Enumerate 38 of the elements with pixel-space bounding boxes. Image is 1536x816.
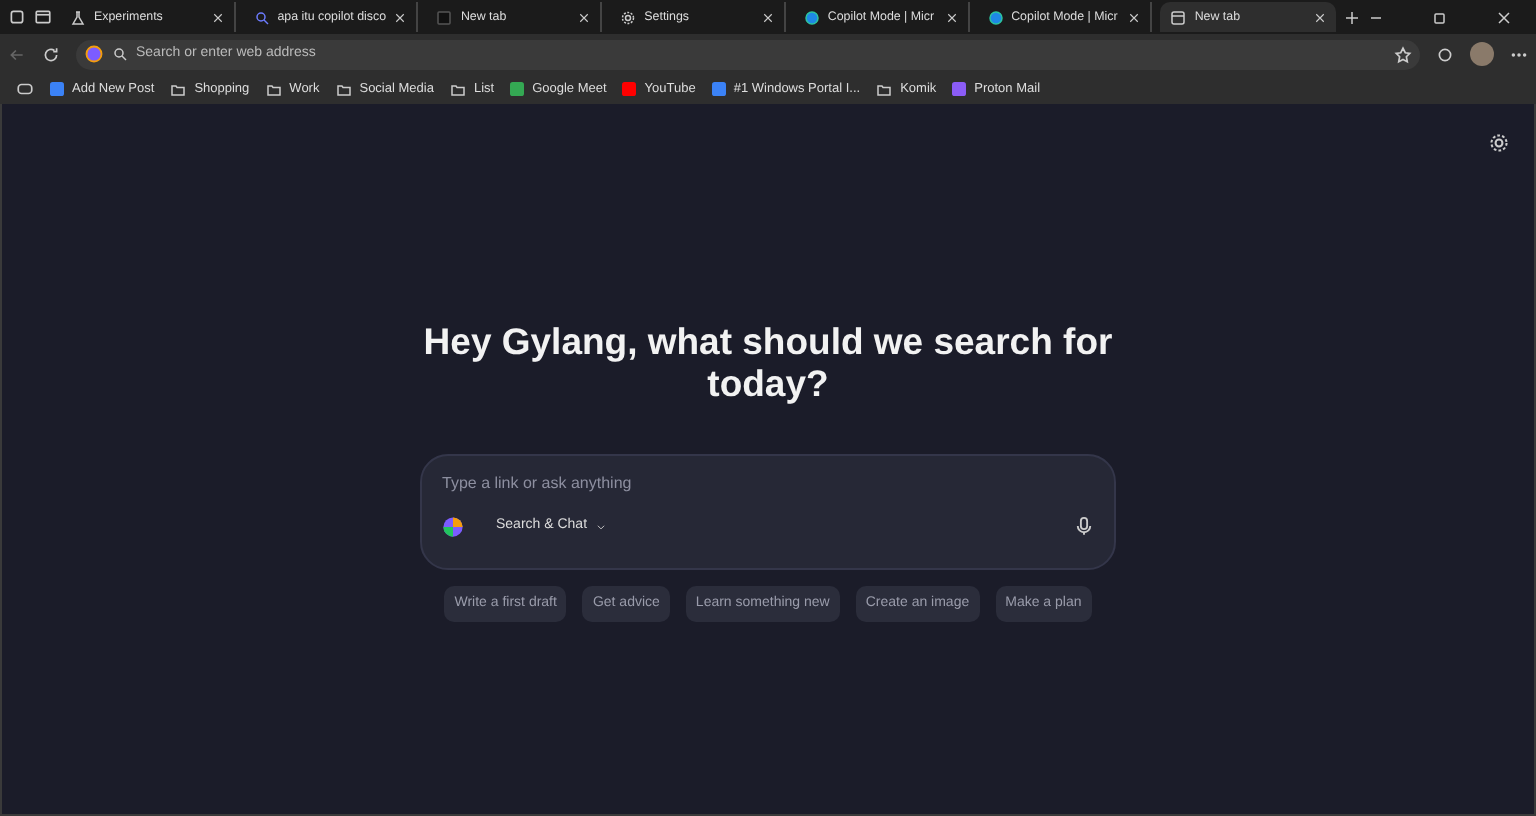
favicon-icon [711,82,726,96]
favicon-icon [510,82,525,96]
close-icon[interactable] [394,11,407,23]
browser-logo-icon [987,9,1004,25]
new-tab-icon [1170,9,1187,25]
settings-icon [620,9,637,25]
close-icon[interactable] [211,11,224,23]
new-tab-icon[interactable] [1344,9,1361,25]
close-icon[interactable] [1128,11,1141,23]
close-icon[interactable] [761,11,774,23]
favicon-icon [50,82,64,96]
folder-icon [265,81,282,97]
favicon-icon [952,82,967,96]
flask-icon [70,9,86,25]
close-icon[interactable] [1314,11,1327,23]
prompt-input[interactable]: Type a link or ask anything [442,471,1094,496]
folder-icon [170,81,187,97]
page-icon [436,9,453,25]
greeting-heading: Hey Gylang, what should we search for today? [421,320,1115,406]
browser-logo-icon [803,9,820,25]
tab-actions-icon[interactable] [34,8,52,26]
favicon-icon [622,82,637,96]
microphone-icon[interactable] [1074,516,1094,537]
close-icon[interactable] [945,11,958,23]
workspaces-icon[interactable] [8,8,26,26]
caret-icon [595,522,606,533]
profile-avatar[interactable] [1470,42,1494,66]
search-icon [253,9,270,25]
close-icon[interactable] [578,11,591,23]
close-icon[interactable] [1496,9,1513,25]
collections-icon[interactable] [16,80,34,98]
folder-icon [449,81,466,97]
favorite-star-icon[interactable] [1394,45,1412,63]
settings-icon[interactable] [1488,132,1510,155]
restore-icon[interactable] [1432,9,1449,25]
folder-icon [335,81,352,97]
search-icon [112,46,128,62]
folder-icon [876,81,893,97]
